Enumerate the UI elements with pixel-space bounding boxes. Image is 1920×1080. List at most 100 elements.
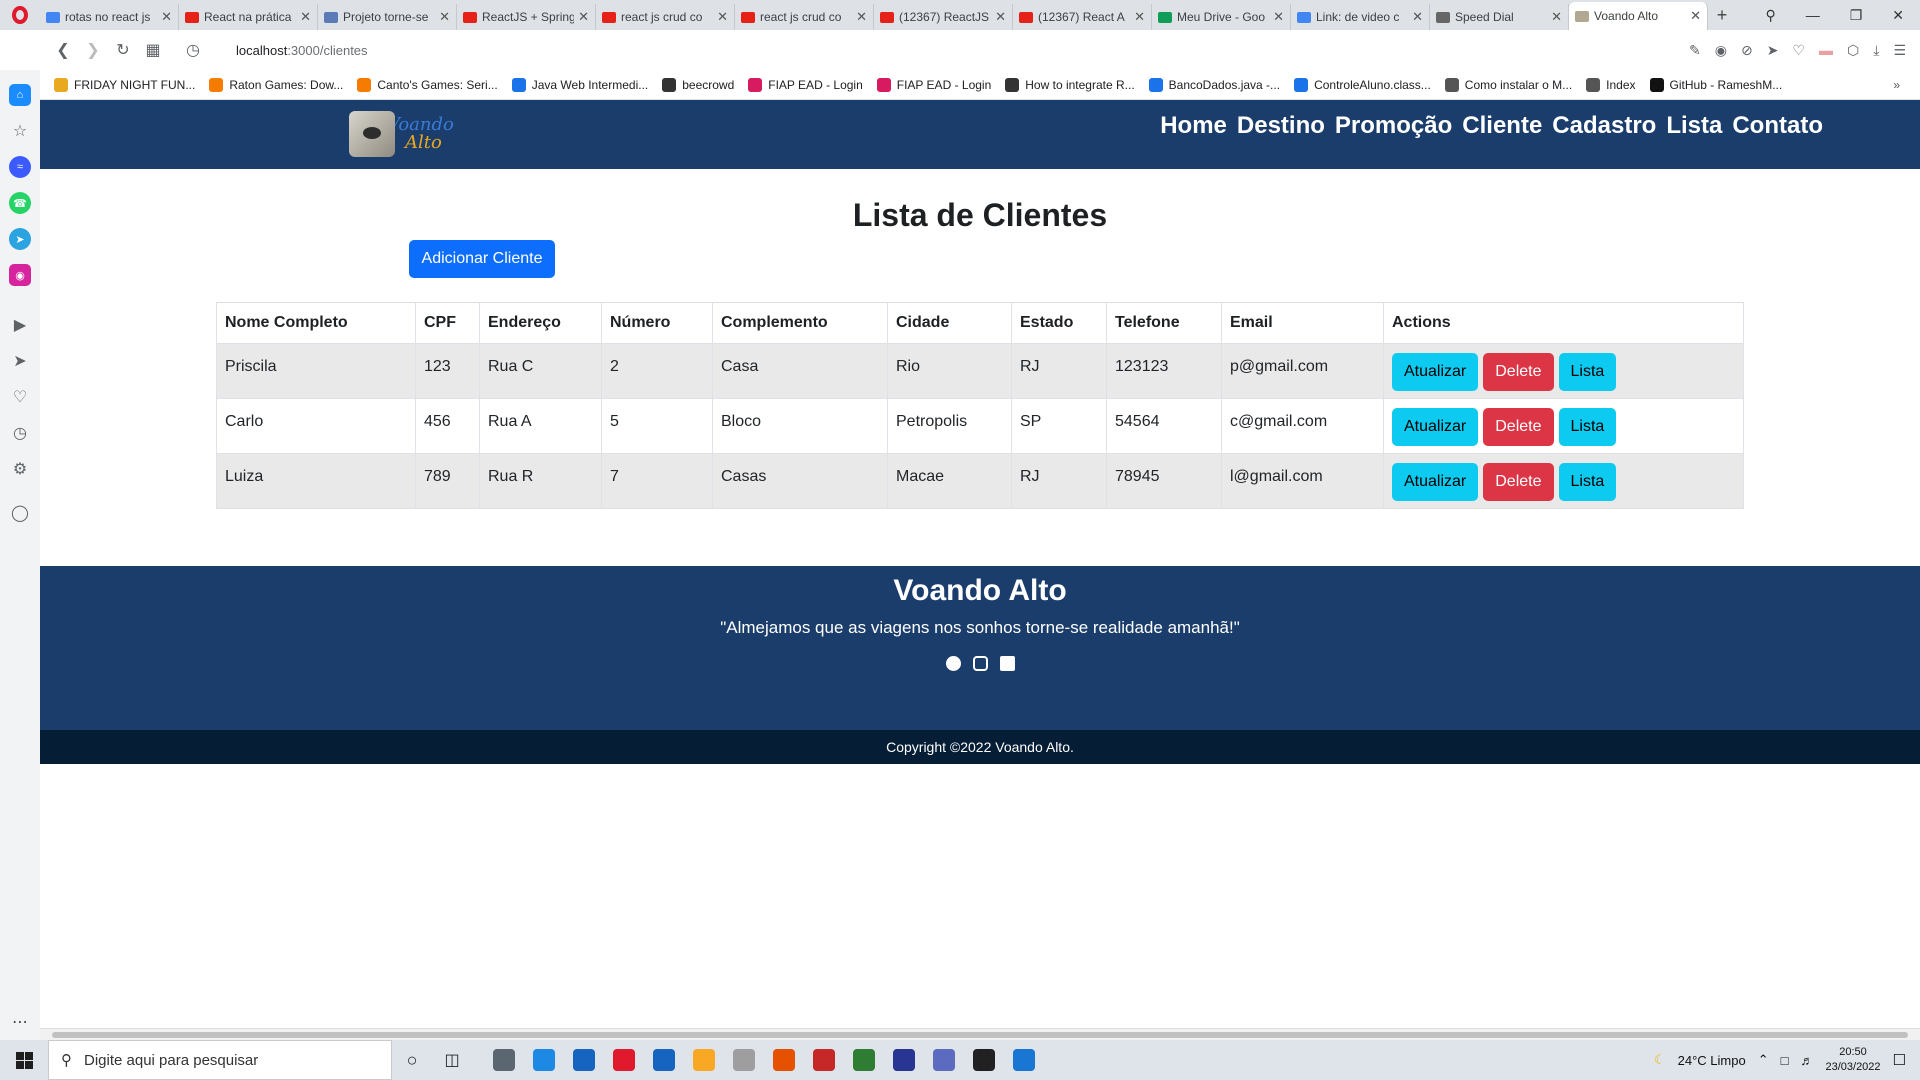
taskbar-app-icon[interactable] [724,1040,764,1080]
history-icon[interactable]: ◷ [9,422,31,444]
bookmark-item[interactable]: Java Web Intermedi... [511,77,648,92]
facebook-icon[interactable] [945,656,961,671]
home-icon[interactable]: ⌂ [9,84,31,106]
tab-close-icon[interactable]: ✕ [578,9,589,25]
minimize-icon[interactable]: — [1806,7,1820,24]
taskbar-app-icon[interactable] [604,1040,644,1080]
menu-icon[interactable]: ☰ [1893,42,1906,59]
delete-button[interactable]: Delete [1483,463,1554,501]
url-field[interactable]: localhost:3000/clientes [236,43,368,58]
tips-icon[interactable]: ◯ [9,502,31,524]
task-view-icon[interactable]: ◫ [432,1040,472,1080]
add-client-button[interactable]: Adicionar Cliente [409,240,555,278]
bookmark-item[interactable]: Como instalar o M... [1444,77,1572,92]
instagram-icon[interactable] [972,656,988,671]
taskbar-app-icon[interactable] [564,1040,604,1080]
star-icon[interactable]: ☆ [9,120,31,142]
taskbar-app-icon[interactable] [524,1040,564,1080]
browser-tab[interactable]: Projeto torne-se ✕ [318,4,457,30]
whatsapp-icon[interactable]: ☎ [9,192,31,214]
tiles-icon[interactable]: ▦ [138,40,168,60]
taskbar-app-icon[interactable] [804,1040,844,1080]
messenger-icon[interactable]: ≈ [9,156,31,178]
bookmark-item[interactable]: BancoDados.java -... [1148,77,1280,92]
flow-icon[interactable]: ➤ [9,350,31,372]
tab-close-icon[interactable]: ✕ [995,9,1006,25]
taskbar-app-icon[interactable] [924,1040,964,1080]
browser-tab[interactable]: Link: de video c ✕ [1291,4,1430,30]
nav-contato[interactable]: Contato [1732,112,1823,140]
network-icon[interactable]: □ [1781,1053,1789,1068]
forward-icon[interactable]: ❯ [78,40,108,60]
nav-destino[interactable]: Destino [1237,112,1325,140]
browser-tab[interactable]: react js crud co ✕ [596,4,735,30]
vpn-icon[interactable]: ▬ [1819,42,1833,59]
nav-home[interactable]: Home [1160,112,1227,140]
heart-icon[interactable]: ♡ [1792,42,1805,59]
update-button[interactable]: Atualizar [1392,463,1479,501]
taskbar-app-icon[interactable] [684,1040,724,1080]
back-icon[interactable]: ❮ [48,40,78,60]
bookmark-item[interactable]: ControleAluno.class... [1294,77,1431,92]
list-button[interactable]: Lista [1558,463,1617,501]
nav-lista[interactable]: Lista [1666,112,1722,140]
taskbar-app-icon[interactable] [1004,1040,1044,1080]
sidebar-more-icon[interactable]: ⋯ [12,1012,28,1032]
taskbar-app-icon[interactable] [484,1040,524,1080]
taskbar-app-icon[interactable] [884,1040,924,1080]
cube-icon[interactable]: ⬡ [1847,42,1859,59]
tab-close-icon[interactable]: ✕ [1551,9,1562,25]
tab-close-icon[interactable]: ✕ [300,9,311,25]
taskbar-app-icon[interactable] [644,1040,684,1080]
block-icon[interactable]: ⊘ [1741,42,1753,59]
linkedin-icon[interactable] [999,656,1015,671]
restore-icon[interactable]: ❐ [1850,7,1863,24]
tab-close-icon[interactable]: ✕ [1412,9,1423,25]
opera-menu-icon[interactable] [0,0,40,30]
player-icon[interactable]: ▶ [9,314,31,336]
browser-tab[interactable]: Voando Alto ✕ [1569,2,1708,30]
delete-button[interactable]: Delete [1483,353,1554,391]
new-tab-button[interactable]: + [1708,5,1736,26]
list-button[interactable]: Lista [1558,408,1617,446]
tab-close-icon[interactable]: ✕ [1690,8,1701,24]
taskbar-app-icon[interactable] [964,1040,1004,1080]
browser-tab[interactable]: React na prática ✕ [179,4,318,30]
favorites-icon[interactable]: ♡ [9,386,31,408]
notifications-icon[interactable]: ☐ [1893,1051,1906,1069]
tab-close-icon[interactable]: ✕ [856,9,867,25]
bookmark-item[interactable]: FIAP EAD - Login [876,77,991,92]
browser-tab[interactable]: rotas no react js ✕ [40,4,179,30]
start-button[interactable] [0,1051,48,1069]
bookmark-item[interactable]: Index [1586,77,1636,92]
delete-button[interactable]: Delete [1483,408,1554,446]
tab-close-icon[interactable]: ✕ [1273,9,1284,25]
cortana-icon[interactable]: ○ [392,1040,432,1080]
settings-icon[interactable]: ⚙ [9,458,31,480]
weather-text[interactable]: 24°C Limpo [1678,1053,1746,1068]
camera-icon[interactable]: ◉ [1715,42,1727,59]
close-window-icon[interactable]: ✕ [1892,7,1904,24]
telegram-icon[interactable]: ➤ [9,228,31,250]
browser-tab[interactable]: (12367) React A ✕ [1013,4,1152,30]
browser-tab[interactable]: Speed Dial ✕ [1430,4,1569,30]
bookmark-item[interactable]: beecrowd [662,77,734,92]
taskbar-clock[interactable]: 20:50 23/03/2022 [1825,1045,1880,1075]
reload-icon[interactable]: ↻ [108,40,138,60]
tab-close-icon[interactable]: ✕ [161,9,172,25]
edit-icon[interactable]: ✎ [1689,42,1701,59]
update-button[interactable]: Atualizar [1392,408,1479,446]
nav-promocao[interactable]: Promoção [1335,112,1452,140]
update-button[interactable]: Atualizar [1392,353,1479,391]
taskbar-app-icon[interactable] [844,1040,884,1080]
download-icon[interactable]: ⤓ [1873,42,1879,59]
browser-tab[interactable]: ReactJS + Spring ✕ [457,4,596,30]
instagram-icon[interactable]: ◉ [9,264,31,286]
nav-cliente[interactable]: Cliente [1462,112,1542,140]
browser-tab[interactable]: Meu Drive - Goo ✕ [1152,4,1291,30]
browser-tab[interactable]: react js crud co ✕ [735,4,874,30]
bookmark-item[interactable]: FRIDAY NIGHT FUN... [54,77,195,92]
site-info-icon[interactable]: ◷ [178,40,208,60]
nav-cadastro[interactable]: Cadastro [1552,112,1656,140]
search-tabs-icon[interactable]: ⚲ [1765,7,1775,24]
